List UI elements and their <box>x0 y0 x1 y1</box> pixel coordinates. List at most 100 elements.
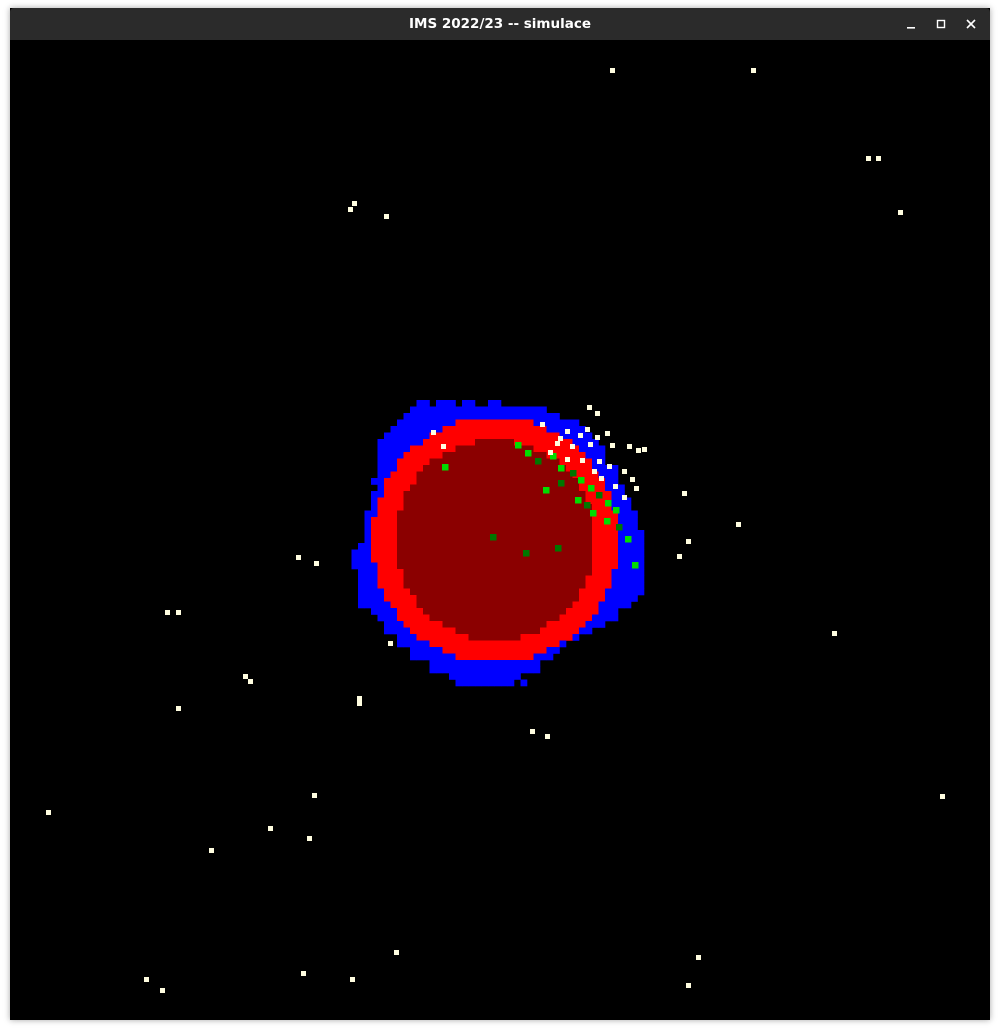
core-cell <box>566 556 573 563</box>
core-cell <box>468 627 476 635</box>
title-bar[interactable]: IMS 2022/23 -- simulace <box>10 8 990 40</box>
ring-cell <box>488 432 495 440</box>
ring-cell <box>377 569 385 576</box>
core-cell <box>429 549 437 557</box>
ring-cell <box>514 432 521 440</box>
core-cell <box>468 614 476 622</box>
outer-cell <box>429 419 437 427</box>
outer-cell <box>403 640 411 648</box>
ring-cell <box>527 432 534 440</box>
outer-cell <box>520 413 528 420</box>
outer-cell <box>371 575 378 583</box>
core-cell <box>442 569 450 576</box>
core-cell <box>436 471 443 479</box>
ring-cell <box>475 426 482 433</box>
core-cell <box>462 549 469 557</box>
core-cell <box>462 595 469 602</box>
outer-cell <box>618 530 625 537</box>
core-cell <box>488 510 495 518</box>
core-cell <box>436 465 443 472</box>
core-cell <box>455 497 463 505</box>
outer-cell <box>416 647 424 654</box>
ring-cell <box>449 640 456 648</box>
outer-cell <box>572 419 580 427</box>
ring-cell <box>384 523 391 531</box>
core-cell <box>423 530 430 537</box>
ring-cell <box>390 601 398 609</box>
close-button[interactable] <box>956 8 986 40</box>
ring-cell <box>585 588 593 596</box>
core-cell <box>566 523 573 531</box>
outer-cell <box>605 484 612 492</box>
core-cell <box>416 601 424 609</box>
core-cell <box>501 465 508 472</box>
core-cell <box>481 543 489 550</box>
outer-cell <box>384 621 391 628</box>
ring-cell <box>429 634 437 641</box>
core-cell <box>540 562 547 570</box>
core-cell <box>436 556 443 563</box>
core-cell <box>423 497 430 505</box>
core-cell <box>540 569 547 576</box>
core-cell <box>507 627 515 635</box>
core-cell <box>520 497 528 505</box>
core-cell <box>481 536 489 544</box>
outer-cell <box>501 413 508 420</box>
outer-cell <box>403 419 411 427</box>
ring-cell <box>377 504 385 511</box>
outer-cell <box>605 478 612 485</box>
core-cell <box>507 621 515 628</box>
ring-cell <box>384 517 391 524</box>
outer-cell <box>624 543 632 550</box>
core-cell <box>429 556 437 563</box>
ring-cell <box>403 465 411 472</box>
ring-cell <box>416 465 424 472</box>
core-cell <box>475 582 482 589</box>
outer-cell <box>358 595 365 602</box>
core-cell <box>540 478 547 485</box>
ring-cell <box>397 595 404 602</box>
ring-cell <box>514 426 521 433</box>
core-cell <box>481 627 489 635</box>
outer-cell <box>611 491 619 498</box>
outer-cell <box>611 614 619 622</box>
core-cell <box>514 627 521 635</box>
ring-cell <box>546 432 554 440</box>
core-cell <box>436 562 443 570</box>
ring-cell <box>384 575 391 583</box>
ring-cell <box>605 575 612 583</box>
core-cell <box>507 562 515 570</box>
ring-cell <box>592 504 599 511</box>
outer-cell <box>631 530 638 537</box>
core-cell <box>527 543 534 550</box>
outer-cell <box>637 556 645 563</box>
ring-cell <box>566 627 573 635</box>
core-cell <box>540 510 547 518</box>
ring-cell <box>598 595 606 602</box>
core-cell <box>572 491 580 498</box>
core-cell <box>527 478 534 485</box>
core-cell <box>566 588 573 596</box>
minimize-button[interactable] <box>896 8 926 40</box>
outer-cell <box>397 445 404 453</box>
core-cell <box>488 595 495 602</box>
core-cell <box>501 569 508 576</box>
outer-cell <box>527 666 534 674</box>
core-cell <box>572 536 580 544</box>
outer-cell <box>436 406 443 414</box>
core-cell <box>449 491 456 498</box>
core-cell <box>462 621 469 628</box>
ring-cell <box>397 582 404 589</box>
core-cell <box>553 510 560 518</box>
core-cell <box>436 601 443 609</box>
core-cell <box>520 491 528 498</box>
simulation-canvas[interactable] <box>10 40 990 1020</box>
particle <box>296 555 301 560</box>
ring-cell <box>403 614 411 622</box>
core-cell <box>501 439 508 446</box>
core-cell <box>442 452 450 459</box>
outer-cell <box>611 608 619 615</box>
outer-cell <box>371 510 378 518</box>
ring-cell <box>384 497 391 505</box>
maximize-button[interactable] <box>926 8 956 40</box>
